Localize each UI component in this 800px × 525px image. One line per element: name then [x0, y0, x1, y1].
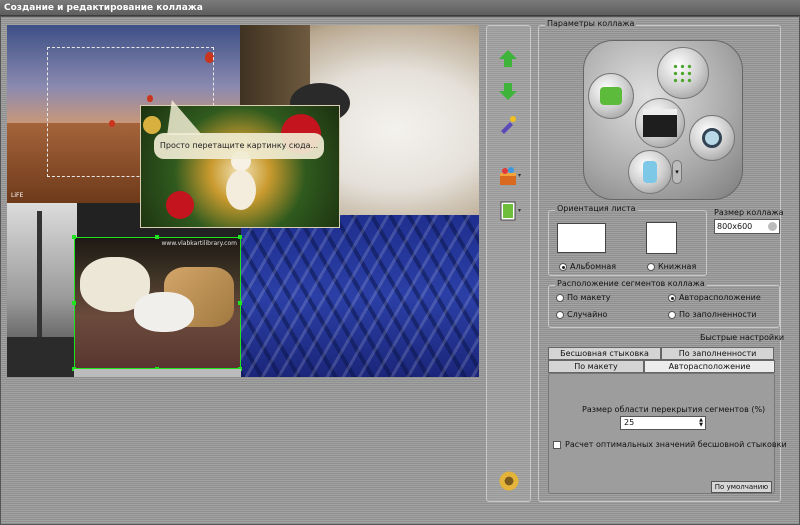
box-icon [500, 167, 516, 185]
page-icon [500, 201, 516, 221]
checkbox-box [553, 440, 561, 449]
placement-option-label: По макету [567, 293, 611, 302]
tab-auto[interactable]: Авторасположение [644, 360, 775, 373]
ornament-shape [166, 191, 194, 219]
tab-layout[interactable]: По макету [548, 360, 644, 373]
settings-gear-icon[interactable] [497, 469, 521, 493]
photo-tower[interactable] [7, 203, 77, 377]
tab-seamless[interactable]: Бесшовная стыковка [548, 347, 661, 360]
radio-dot [559, 262, 567, 271]
collage-canvas[interactable]: LiFE www.vlabkartilibrary.com Просто пер… [7, 25, 479, 377]
calc-label: Расчет оптимальных значений бесшовной ст… [565, 440, 787, 449]
brush-icon [501, 116, 516, 134]
frames-icon [600, 87, 622, 105]
photo-bridge [7, 337, 77, 377]
clapper-icon [643, 109, 677, 137]
radio-dot [647, 262, 655, 271]
default-button[interactable]: По умолчанию [711, 481, 772, 493]
zoom-button[interactable] [689, 115, 735, 161]
bottle-icon [643, 161, 657, 183]
landscape-label: Альбомная [570, 262, 617, 271]
overlap-value: 25 [624, 418, 635, 427]
dots-icon [672, 63, 694, 83]
placement-group: Расположение сегментов коллажа [548, 279, 780, 328]
orientation-title: Ориентация листа [555, 204, 638, 213]
size-value: 800x600 [717, 222, 753, 231]
quick-settings-label: Быстрые настройки [700, 333, 785, 342]
tab-panel [548, 373, 775, 494]
resize-handle[interactable] [72, 235, 76, 239]
video-button[interactable] [635, 98, 685, 148]
brush-button[interactable] [495, 111, 521, 137]
overlap-label: Размер области перекрытия сегментов (%) [582, 405, 766, 414]
placement-radio-layout[interactable]: По макету [556, 293, 611, 302]
arrow-stem [504, 82, 512, 91]
size-label: Размер коллажа [714, 208, 784, 217]
placement-radio-random[interactable]: Случайно [556, 310, 607, 319]
arrow-down-icon [499, 90, 517, 100]
effects-dropdown[interactable]: ▾ [518, 165, 524, 187]
placement-title: Расположение сегментов коллажа [555, 279, 707, 288]
overlap-stepper[interactable]: 25 ▲ ▼ [620, 416, 706, 430]
resize-handle[interactable] [72, 301, 76, 305]
resize-handle[interactable] [238, 301, 242, 305]
arrow-stem [504, 58, 512, 67]
bottle-button[interactable] [628, 150, 672, 194]
portrait-preview[interactable] [646, 222, 677, 254]
resize-handle[interactable] [238, 235, 242, 239]
window-title: Создание и редактирование коллажа [0, 0, 800, 16]
tower-mast [37, 211, 42, 341]
placement-radio-fill[interactable]: По заполненности [668, 310, 757, 319]
photo-strip [74, 369, 241, 377]
portrait-radio[interactable]: Книжная [647, 262, 696, 271]
portrait-label: Книжная [658, 262, 697, 271]
mosaic-button[interactable] [657, 47, 709, 99]
params-title: Параметры коллажа [545, 19, 637, 28]
size-select[interactable]: 800x600 [714, 219, 780, 234]
placement-option-label: Случайно [567, 310, 608, 319]
drop-hint-bubble: Просто перетащите картинку сюда... [154, 133, 324, 159]
move-up-button[interactable] [495, 45, 521, 71]
resize-handle[interactable] [155, 235, 159, 239]
photo-village[interactable] [241, 215, 479, 377]
photo-logo: LiFE [11, 192, 24, 199]
arrow-up-icon [499, 49, 517, 59]
landscape-preview[interactable] [557, 223, 606, 253]
hub-dropdown[interactable]: ▾ [672, 160, 682, 184]
radio-dot [668, 310, 676, 319]
frames-button[interactable] [588, 73, 634, 119]
calc-checkbox[interactable]: Расчет оптимальных значений бесшовной ст… [553, 440, 787, 449]
magnifier-icon [702, 128, 722, 148]
radio-dot [556, 310, 564, 319]
placement-radio-auto[interactable]: Авторасположение [668, 293, 761, 302]
placement-option-label: Авторасположение [679, 293, 761, 302]
move-down-button[interactable] [495, 78, 521, 104]
radio-dot [668, 293, 676, 302]
tab-fill[interactable]: По заполненности [661, 347, 774, 360]
background-dropdown[interactable]: ▾ [518, 200, 524, 222]
stepper-arrows-icon[interactable]: ▲ ▼ [699, 418, 703, 428]
selection-frame [74, 237, 241, 369]
radio-dot [556, 293, 564, 302]
landscape-radio[interactable]: Альбомная [559, 262, 616, 271]
chevron-down-icon [768, 222, 777, 231]
placement-option-label: По заполненности [679, 310, 757, 319]
